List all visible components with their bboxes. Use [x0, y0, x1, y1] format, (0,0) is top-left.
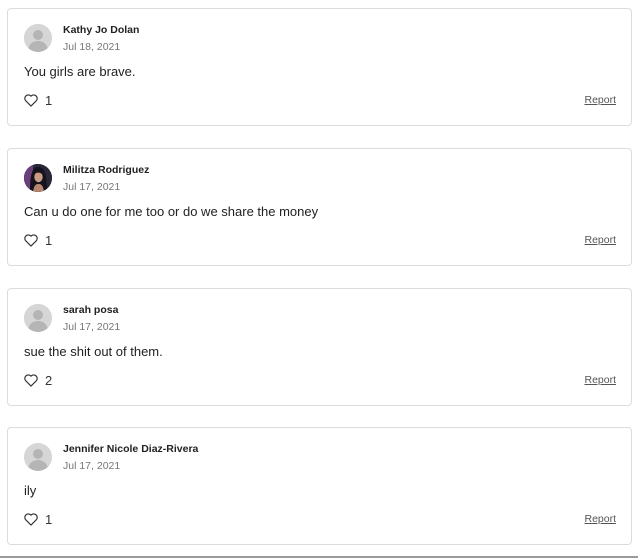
like-count: 2	[45, 373, 53, 388]
like-count: 1	[45, 233, 53, 248]
comment-card: Kathy Jo Dolan Jul 18, 2021 You girls ar…	[7, 8, 632, 126]
comment-author[interactable]: Jennifer Nicole Diaz-Rivera	[63, 443, 198, 455]
report-link[interactable]: Report	[584, 234, 616, 246]
report-link[interactable]: Report	[584, 374, 616, 386]
comment-text: Can u do one for me too or do we share t…	[24, 204, 319, 219]
like-button[interactable]: 1	[24, 93, 52, 108]
comment-author[interactable]: Militza Rodriguez	[63, 164, 149, 176]
comment-author[interactable]: Kathy Jo Dolan	[63, 24, 139, 36]
comment-date: Jul 17, 2021	[63, 321, 121, 333]
comment-date: Jul 17, 2021	[63, 460, 121, 472]
like-count: 1	[45, 512, 53, 527]
comment-date: Jul 17, 2021	[63, 181, 121, 193]
profile-photo[interactable]	[24, 164, 52, 192]
comment-text: ily	[24, 483, 37, 498]
comment-text: You girls are brave.	[24, 64, 136, 79]
comment-text: sue the shit out of them.	[24, 344, 163, 359]
like-count: 1	[45, 93, 53, 108]
default-avatar-icon[interactable]	[24, 24, 52, 52]
default-avatar-icon[interactable]	[24, 304, 52, 332]
like-button[interactable]: 2	[24, 373, 52, 388]
heart-outline-icon	[24, 513, 38, 526]
comment-card: Militza Rodriguez Jul 17, 2021 Can u do …	[7, 148, 632, 266]
like-button[interactable]: 1	[24, 233, 52, 248]
comment-card: Jennifer Nicole Diaz-Rivera Jul 17, 2021…	[7, 427, 632, 545]
comment-card: sarah posa Jul 17, 2021 sue the shit out…	[7, 288, 632, 406]
heart-outline-icon	[24, 234, 38, 247]
heart-outline-icon	[24, 94, 38, 107]
comment-author[interactable]: sarah posa	[63, 304, 118, 316]
report-link[interactable]: Report	[584, 513, 616, 525]
like-button[interactable]: 1	[24, 512, 52, 527]
comment-date: Jul 18, 2021	[63, 41, 121, 53]
report-link[interactable]: Report	[584, 94, 616, 106]
comment-feed: Kathy Jo Dolan Jul 18, 2021 You girls ar…	[0, 0, 638, 558]
heart-outline-icon	[24, 374, 38, 387]
default-avatar-icon[interactable]	[24, 443, 52, 471]
